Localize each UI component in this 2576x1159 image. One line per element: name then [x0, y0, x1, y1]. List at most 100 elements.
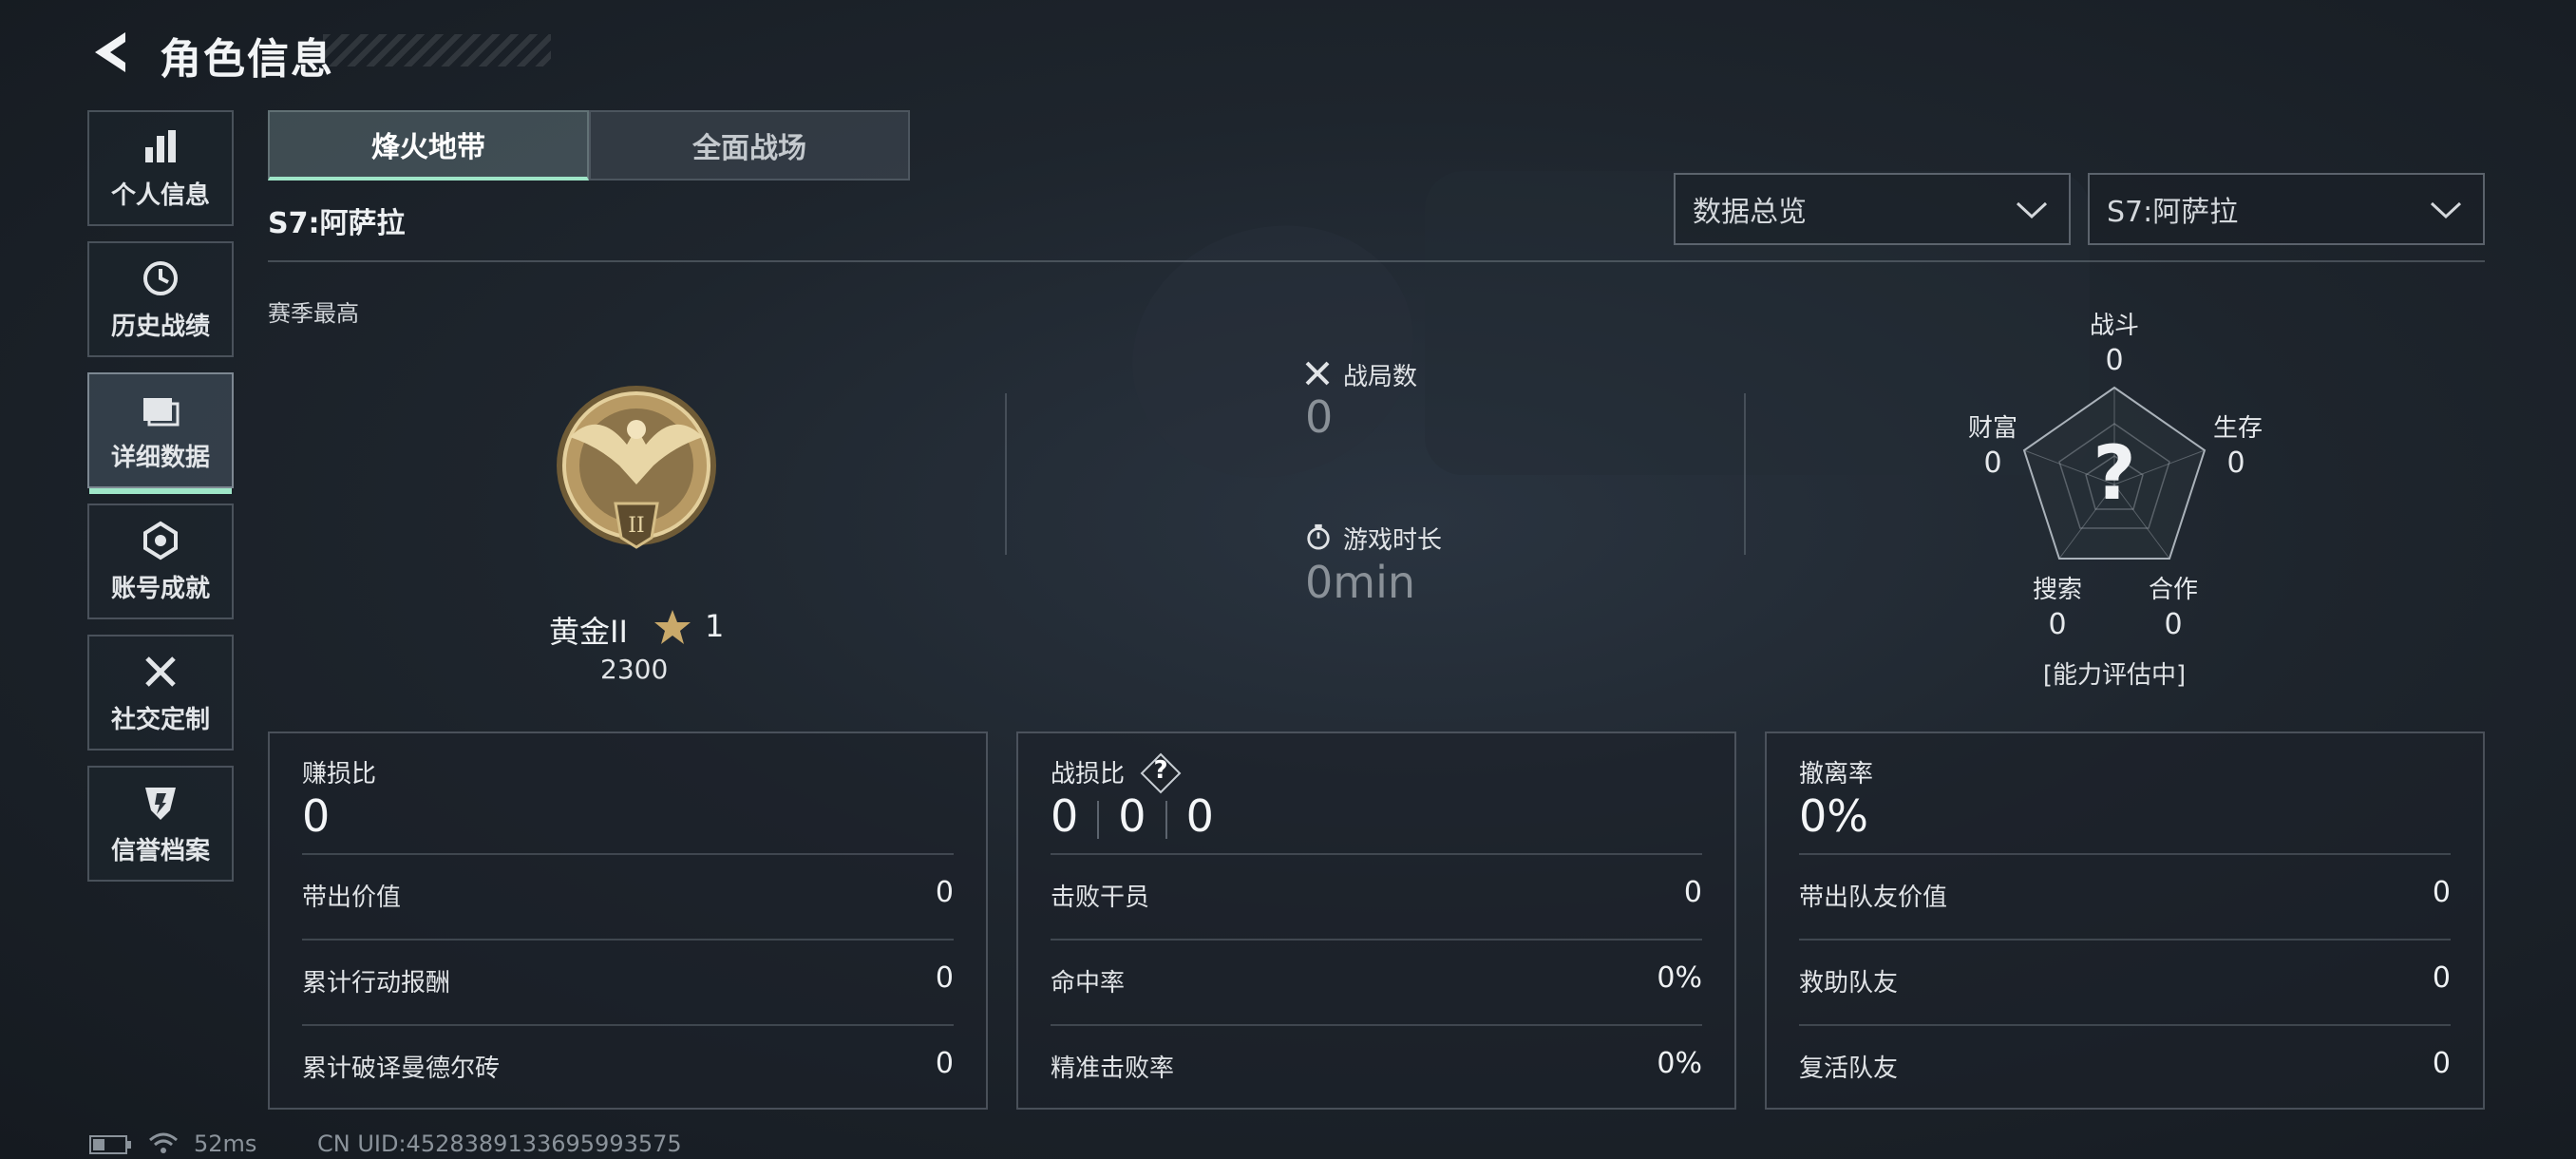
- tab-warzone[interactable]: 烽火地带: [268, 110, 589, 180]
- kd-value-1: 0: [1051, 790, 1079, 842]
- divider: [1799, 1024, 2451, 1026]
- sidebar-item-label: 信誉档案: [110, 836, 210, 865]
- season-label: S7:阿萨拉: [268, 207, 406, 240]
- card-value: 0: [302, 790, 331, 842]
- chevron-down-icon: [2430, 201, 2462, 219]
- rank-badge-icon: II: [557, 386, 716, 549]
- rank-score: 2300: [600, 654, 669, 685]
- rank-name: 黄金II: [549, 614, 628, 650]
- divider: [1799, 939, 2451, 940]
- chevron-down-icon: [2016, 201, 2048, 219]
- battery-icon: [89, 1135, 131, 1154]
- radar-axis-label: 搜索: [2032, 576, 2082, 604]
- sidebar-item-label: 详细数据: [110, 443, 210, 472]
- row-label: 累计破译曼德尔砖: [302, 1054, 501, 1083]
- rank-stars: 1: [705, 608, 725, 644]
- row-value: 0%: [1657, 1047, 1702, 1080]
- folder-icon: [143, 397, 180, 426]
- row-value: 0: [935, 1047, 954, 1080]
- title-decoration: [323, 34, 551, 66]
- tools-icon: [145, 656, 176, 687]
- bar-chart-icon: [145, 129, 176, 162]
- card-title: 撤离率: [1799, 760, 1874, 788]
- matches-value: 0: [1305, 391, 1334, 443]
- sidebar-item-personal-info[interactable]: 个人信息: [87, 110, 234, 226]
- separator: [1165, 800, 1167, 839]
- row-label: 救助队友: [1799, 969, 1899, 998]
- sidebar-item-achievements[interactable]: 账号成就: [87, 504, 234, 619]
- season-dropdown[interactable]: S7:阿萨拉: [2088, 173, 2485, 245]
- radar-status: [能力评估中]: [2042, 661, 2187, 690]
- row-label: 精准击败率: [1051, 1054, 1175, 1083]
- sidebar-item-social[interactable]: 社交定制: [87, 635, 234, 750]
- stopwatch-icon: [1307, 523, 1330, 550]
- divider: [1051, 939, 1702, 940]
- ping-text: 52ms: [194, 1130, 257, 1157]
- kd-values: 000: [1051, 790, 1214, 842]
- divider: [1744, 393, 1746, 555]
- row-value: 0: [2432, 1047, 2451, 1080]
- radar-axis-label: 合作: [2148, 576, 2198, 604]
- row-value: 0: [1683, 876, 1702, 909]
- divider: [1005, 393, 1007, 555]
- playtime-value: 0min: [1305, 557, 1416, 608]
- sidebar-item-label: 个人信息: [110, 180, 210, 210]
- divider: [268, 260, 2485, 262]
- divider: [302, 1024, 954, 1026]
- separator: [1097, 800, 1100, 839]
- row-value: 0: [935, 961, 954, 995]
- row-label: 命中率: [1051, 969, 1126, 998]
- sidebar-item-label: 社交定制: [110, 705, 210, 734]
- card-title: 赚损比: [302, 760, 377, 788]
- kd-card: 战损比 ? 000 击败干员 0 命中率 0% 精准击败率 0%: [1016, 732, 1736, 1110]
- sidebar-item-detailed-data[interactable]: 详细数据: [87, 372, 234, 494]
- view-dropdown-value: 数据总览: [1693, 196, 1807, 229]
- star-icon: [654, 610, 691, 644]
- row-value: 0: [935, 876, 954, 909]
- medal-icon: [143, 521, 178, 560]
- help-mark: ?: [1153, 756, 1168, 785]
- matches-label: 战局数: [1343, 363, 1418, 391]
- uid-text: CN UID:4528389133695993575: [317, 1130, 682, 1157]
- shield-icon: [145, 787, 176, 820]
- radar-axis-value: 0: [2048, 608, 2067, 641]
- row-value: 0: [2432, 961, 2451, 995]
- tab-battlefield[interactable]: 全面战场: [589, 110, 910, 180]
- background-dish: [1096, 186, 1449, 517]
- card-title: 战损比: [1051, 760, 1126, 788]
- wifi-icon: [149, 1132, 178, 1153]
- sidebar-item-label: 历史战绩: [110, 312, 210, 341]
- row-value: 0%: [1657, 961, 1702, 995]
- kd-value-2: 0: [1118, 790, 1146, 842]
- divider: [1051, 853, 1702, 855]
- divider: [302, 853, 954, 855]
- divider: [1051, 1024, 1702, 1026]
- radar-axis-value: 0: [2226, 446, 2245, 480]
- page-title: 角色信息: [160, 35, 334, 84]
- back-arrow-icon[interactable]: [87, 28, 135, 76]
- radar-axis-label: 战斗: [2089, 312, 2139, 340]
- radar-axis-label: 生存: [2212, 414, 2263, 443]
- season-dropdown-value: S7:阿萨拉: [2107, 196, 2239, 229]
- profit-card: 赚损比 0 带出价值 0 累计行动报酬 0 累计破译曼德尔砖 0: [268, 732, 988, 1110]
- radar-axis-value: 0: [1983, 446, 2002, 480]
- sidebar-item-history[interactable]: 历史战绩: [87, 241, 234, 357]
- divider: [1799, 853, 2451, 855]
- card-value: 0%: [1799, 790, 1868, 842]
- row-label: 带出价值: [302, 884, 402, 912]
- extraction-card: 撤离率 0% 带出队友价值 0 救助队友 0 复活队友 0: [1765, 732, 2485, 1110]
- history-icon: [143, 260, 178, 295]
- sidebar-item-label: 账号成就: [110, 574, 210, 603]
- row-label: 累计行动报酬: [302, 969, 451, 998]
- row-label: 复活队友: [1799, 1054, 1899, 1083]
- svg-text:II: II: [628, 514, 644, 538]
- radar-center-mark: ?: [2093, 431, 2136, 517]
- playtime-label: 游戏时长: [1343, 526, 1443, 555]
- view-dropdown[interactable]: 数据总览: [1674, 173, 2071, 245]
- crossed-swords-icon: [1305, 361, 1330, 386]
- row-label: 带出队友价值: [1799, 884, 1948, 912]
- sidebar-item-credit[interactable]: 信誉档案: [87, 766, 234, 882]
- divider: [302, 939, 954, 940]
- row-value: 0: [2432, 876, 2451, 909]
- season-best-label: 赛季最高: [268, 300, 359, 327]
